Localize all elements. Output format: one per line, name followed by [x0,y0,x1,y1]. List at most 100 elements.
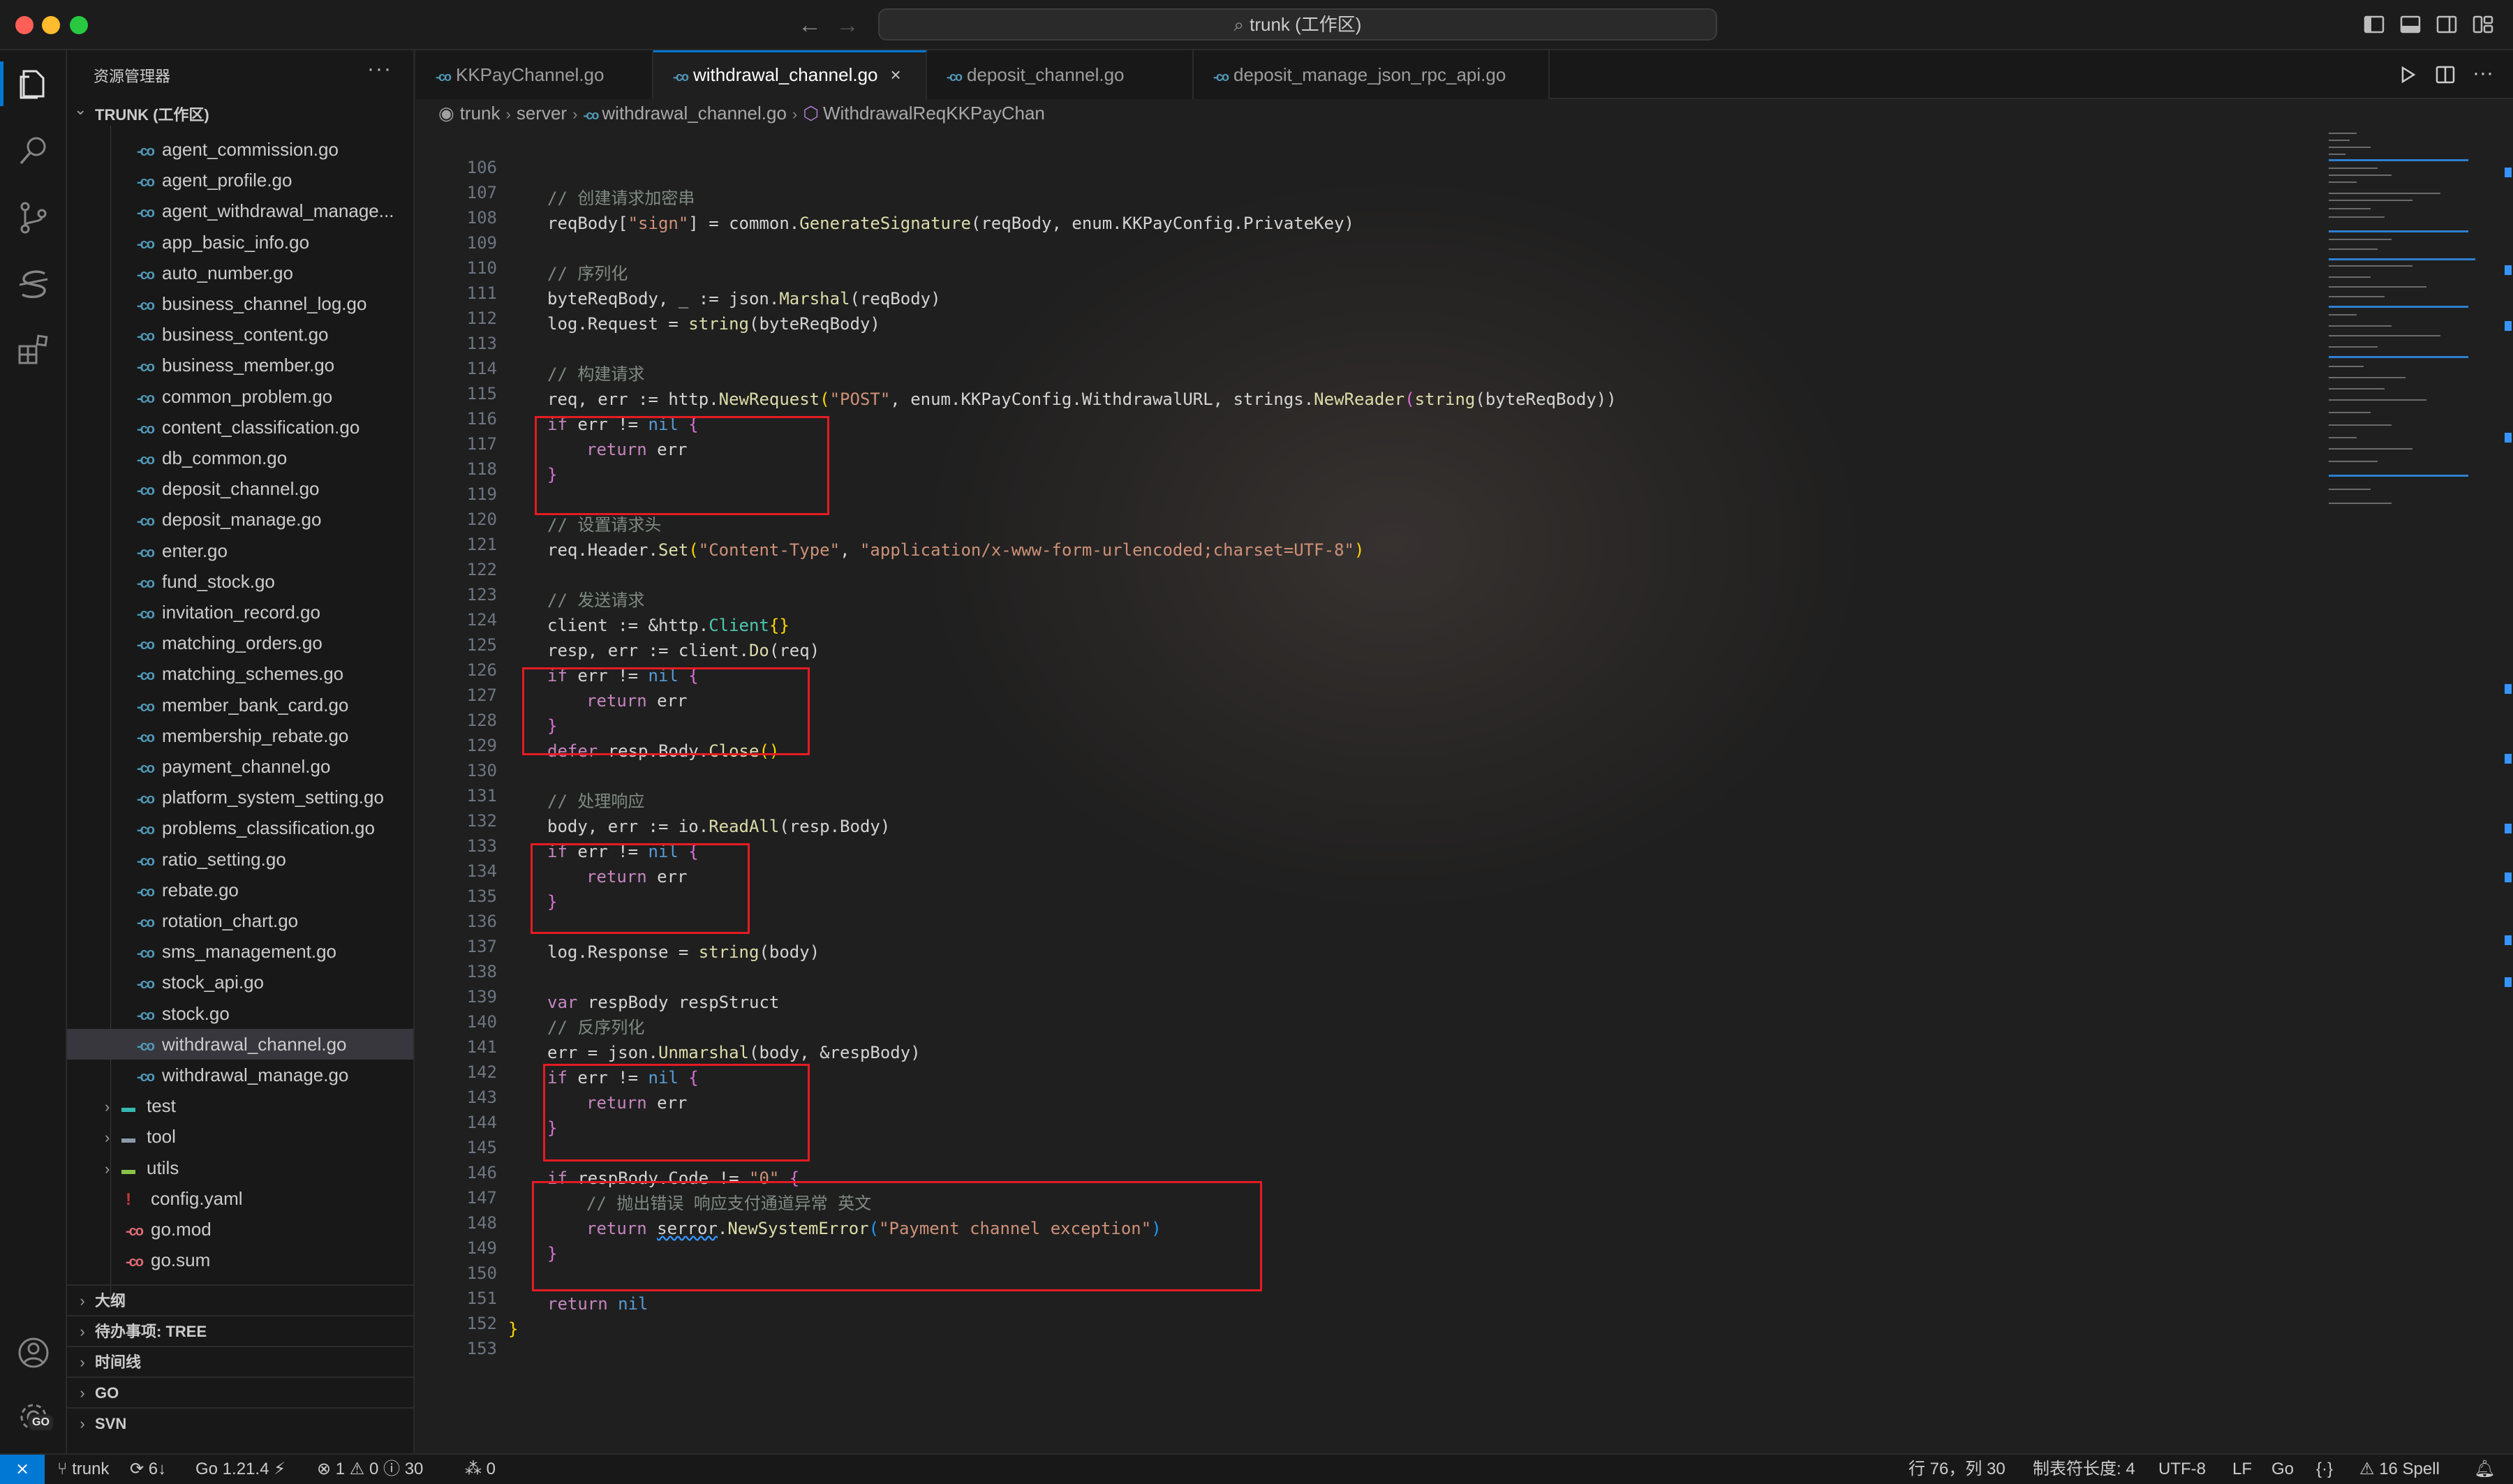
file-item[interactable]: -co payment_channel.go [67,751,413,782]
tab-size-status[interactable]: 制表符长度: 4 [2033,1455,2135,1484]
file-item[interactable]: -co business_content.go [67,319,413,350]
source-control-icon[interactable] [14,198,53,237]
file-item[interactable]: -co matching_schemes.go [67,658,413,689]
toggle-primary-sidebar-icon[interactable] [2362,13,2386,36]
encoding-status[interactable]: UTF-8 [2158,1455,2206,1484]
tab-withdrawal-channel[interactable]: -co withdrawal_channel.go × [653,50,927,99]
split-editor-icon[interactable] [2433,63,2457,87]
file-item[interactable]: -co agent_profile.go [67,165,413,195]
spell-status[interactable]: ⚠ 16 Spell [2359,1455,2440,1484]
breadcrumb-item[interactable]: WithdrawalReqKKPayChan [823,103,1045,124]
explorer-icon[interactable] [14,64,53,103]
minimap-line [2329,448,2412,450]
more-actions-icon[interactable]: ··· [2471,63,2495,87]
workspace-title[interactable]: TRUNK (工作区) [95,103,209,125]
file-item[interactable]: -co withdrawal_channel.go [67,1028,413,1060]
go-file-icon: -co [137,359,155,376]
file-item[interactable]: -co business_channel_log.go [67,288,413,319]
language-status[interactable]: Go [2271,1455,2294,1484]
file-item[interactable]: -co deposit_manage.go [67,504,413,535]
file-item[interactable]: -co membership_rebate.go [67,720,413,751]
window-close-button[interactable] [15,16,34,34]
customize-layout-icon[interactable] [2471,13,2495,36]
file-name: agent_profile.go [162,170,292,191]
search-icon[interactable] [14,131,53,170]
file-item[interactable]: -co stock_api.go [67,967,413,997]
outline-section[interactable]: › 大纲 [67,1284,413,1315]
tab-deposit-channel[interactable]: -co deposit_channel.go [927,50,1194,99]
window-minimize-button[interactable] [42,16,60,34]
chevron-down-icon[interactable]: ⌄ [74,101,87,119]
eol-status[interactable]: LF [2232,1455,2252,1484]
minimap[interactable] [2329,126,2496,614]
cursor-position-status[interactable]: 行 76，列 30 [1908,1455,2006,1484]
forward-arrow-icon[interactable]: → [833,10,861,40]
file-item[interactable]: -co business_member.go [67,350,413,380]
go-version-status[interactable]: Go 1.21.4 ⚡ [195,1455,286,1484]
command-center-search[interactable]: ⌕ trunk (工作区) [878,8,1717,40]
file-item[interactable]: -co app_basic_info.go [67,227,413,258]
branch-status[interactable]: ⑂ trunk [57,1455,109,1484]
code-editor[interactable]: // 创建请求加密串 reqBody["sign"] = common.Gene… [508,126,2323,1452]
code-keyword: nil [607,1294,648,1314]
file-item[interactable]: -co matching_orders.go [67,628,413,658]
account-icon[interactable] [14,1333,53,1372]
close-icon[interactable]: × [891,64,901,85]
todo-tree-section[interactable]: › 待办事项: TREE [67,1315,413,1346]
file-item[interactable]: -co go.sum [67,1245,413,1275]
file-item[interactable]: -co fund_stock.go [67,566,413,597]
timeline-section[interactable]: › 时间线 [67,1346,413,1377]
file-item[interactable]: -co auto_number.go [67,258,413,288]
sync-icon: ⟳ [130,1460,149,1478]
file-item[interactable]: -co deposit_channel.go [67,473,413,504]
braces-icon[interactable]: {·} [2316,1455,2333,1484]
line-number: 112 [466,309,497,328]
folder-item[interactable]: › ▬ tool [67,1121,413,1152]
file-item[interactable]: -co db_common.go [67,443,413,473]
remote-indicator-icon[interactable]: ⨯ [0,1455,45,1484]
toggle-secondary-sidebar-icon[interactable] [2435,13,2459,36]
breadcrumb-item[interactable]: withdrawal_channel.go [602,103,787,124]
file-item[interactable]: -co invitation_record.go [67,597,413,628]
file-item[interactable]: -co content_classification.go [67,412,413,443]
file-item[interactable]: -co rotation_chart.go [67,905,413,936]
file-item[interactable]: -co rebate.go [67,875,413,905]
file-item[interactable]: -co withdrawal_manage.go [67,1060,413,1090]
minimap-line [2329,147,2371,148]
more-actions-icon[interactable]: ··· [367,57,392,81]
go-section[interactable]: › GO [67,1377,413,1407]
file-name: app_basic_info.go [162,231,310,253]
file-item[interactable]: -co common_problem.go [67,381,413,412]
tab-deposit-manage-json-rpc-api[interactable]: -co deposit_manage_json_rpc_api.go [1194,50,1550,99]
line-number: 145 [466,1138,497,1157]
file-item[interactable]: -co agent_commission.go [67,134,413,165]
vertical-scrollbar[interactable] [2502,126,2513,1452]
ports-status[interactable]: ⁂ 0 [465,1455,496,1484]
extensions-icon[interactable] [14,329,53,369]
breadcrumb-item[interactable]: trunk [460,103,501,124]
sync-status[interactable]: ⟳ 6↓ [130,1455,166,1484]
file-item[interactable]: -co problems_classification.go [67,813,413,843]
file-item[interactable]: -co member_bank_card.go [67,690,413,720]
toggle-panel-icon[interactable] [2399,13,2422,36]
file-item[interactable]: -co ratio_setting.go [67,844,413,875]
folder-item[interactable]: › ▬ utils [67,1152,413,1183]
svn-icon[interactable] [14,264,53,303]
file-item[interactable]: -co agent_withdrawal_manage... [67,195,413,226]
file-item[interactable]: -co enter.go [67,535,413,566]
breadcrumb-item[interactable]: server [517,103,567,124]
file-item[interactable]: ! config.yaml [67,1183,413,1214]
folder-item[interactable]: › ▬ test [67,1090,413,1121]
warning-count: 0 [369,1460,379,1478]
back-arrow-icon[interactable]: ← [796,10,824,40]
file-item[interactable]: -co stock.go [67,998,413,1029]
file-item[interactable]: -co sms_management.go [67,936,413,967]
window-maximize-button[interactable] [70,16,88,34]
notifications-bell-icon[interactable]: 🔔︎ [2474,1455,2495,1484]
tab-kkpaychannel[interactable]: -co KKPayChannel.go [416,50,653,99]
svn-section[interactable]: › SVN [67,1407,413,1438]
file-item[interactable]: -co go.mod [67,1214,413,1245]
run-icon[interactable] [2396,63,2419,87]
file-item[interactable]: -co platform_system_setting.go [67,782,413,813]
problems-status[interactable]: ⊗ 1 ⚠ 0 ⓘ 30 [317,1455,423,1484]
